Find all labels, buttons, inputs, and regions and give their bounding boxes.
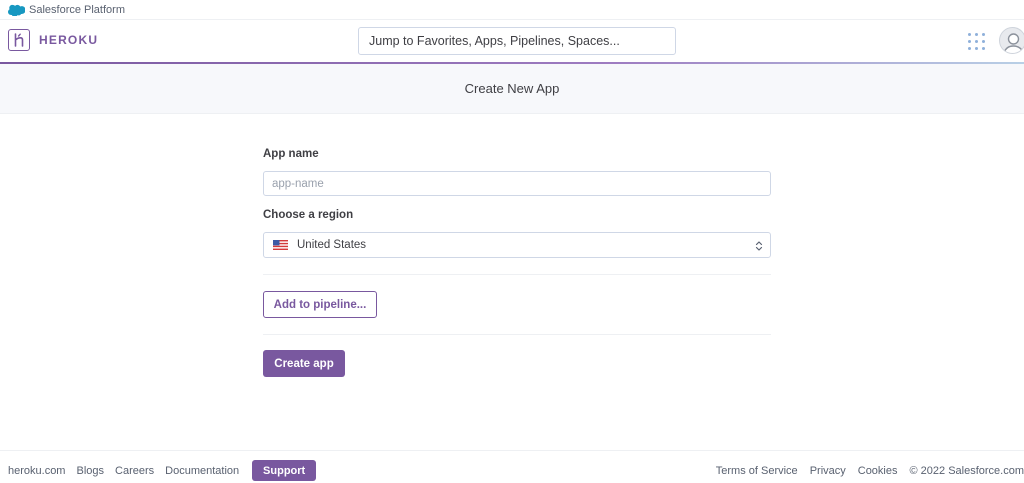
footer-link-privacy[interactable]: Privacy: [810, 465, 846, 477]
footer-link-careers[interactable]: Careers: [115, 465, 154, 477]
footer-left-links: heroku.com Blogs Careers Documentation S…: [8, 460, 317, 481]
footer-link-terms[interactable]: Terms of Service: [716, 465, 798, 477]
footer-link-cookies[interactable]: Cookies: [858, 465, 898, 477]
heroku-wordmark: HEROKU: [39, 33, 99, 47]
user-avatar-icon[interactable]: [999, 27, 1024, 54]
region-label: Choose a region: [263, 209, 354, 221]
heroku-logo-icon: [8, 29, 30, 51]
region-select[interactable]: United States: [263, 232, 771, 258]
footer-right-links: Terms of Service Privacy Cookies © 2022 …: [704, 460, 1024, 481]
salesforce-platform-bar: Salesforce Platform: [0, 0, 1024, 20]
app-name-label: App name: [263, 148, 319, 160]
top-nav: HEROKU: [0, 20, 1024, 62]
footer-link-documentation[interactable]: Documentation: [165, 465, 239, 477]
salesforce-platform-label: Salesforce Platform: [29, 3, 125, 16]
region-selected-value: United States: [297, 239, 367, 251]
section-divider: [263, 274, 771, 275]
create-app-button[interactable]: Create app: [263, 350, 345, 377]
salesforce-cloud-icon: [8, 4, 25, 16]
footer-link-blogs[interactable]: Blogs: [76, 465, 104, 477]
footer-link-heroku[interactable]: heroku.com: [8, 465, 65, 477]
section-divider: [263, 334, 771, 335]
app-name-input[interactable]: [263, 171, 771, 196]
page-title: Create New App: [464, 81, 560, 96]
page-header: Create New App: [0, 64, 1024, 114]
search-input[interactable]: [358, 27, 676, 55]
apps-grid-icon[interactable]: [968, 33, 985, 50]
chevron-updown-icon: [755, 241, 763, 251]
footer: heroku.com Blogs Careers Documentation S…: [0, 450, 1024, 483]
heroku-logo[interactable]: HEROKU: [8, 29, 98, 51]
support-button[interactable]: Support: [252, 460, 317, 481]
us-flag-icon: [273, 240, 288, 250]
add-to-pipeline-button[interactable]: Add to pipeline...: [263, 291, 377, 318]
copyright-text: © 2022 Salesforce.com: [909, 464, 1024, 477]
